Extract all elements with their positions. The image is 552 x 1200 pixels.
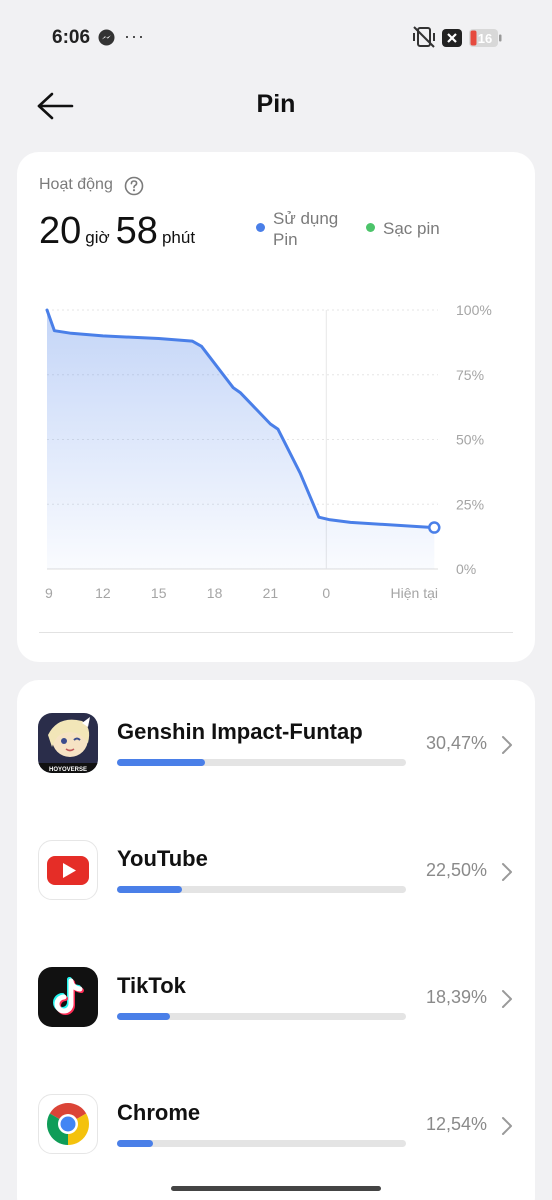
y-tick-label: 50%	[456, 432, 484, 448]
svg-text:HOYOVERSE: HOYOVERSE	[49, 767, 87, 773]
x-tick-label: 15	[151, 585, 167, 601]
y-tick-label: 0%	[456, 561, 476, 577]
vibrate-off-icon	[413, 26, 435, 48]
usage-percent: 12,54%	[425, 1114, 487, 1134]
usage-percent: 22,50%	[425, 860, 487, 880]
list-item-youtube[interactable]: YouTube 22,50%	[17, 840, 535, 940]
chevron-right-icon	[502, 863, 512, 881]
app-name: Chrome	[117, 1100, 201, 1125]
usage-bar	[117, 759, 406, 766]
status-bar: 6:06 ··· 16	[0, 0, 552, 76]
x-tick-label: 18	[207, 585, 223, 601]
usage-bar	[117, 1140, 406, 1147]
list-item-chrome[interactable]: Chrome 12,54%	[17, 1094, 535, 1194]
close-box-icon	[442, 29, 462, 47]
youtube-icon	[38, 840, 98, 900]
battery-usage-card: Hoạt động 20 giờ 58 phút Sử dụng Pin Sạc pi…	[17, 152, 535, 662]
y-tick-label: 100%	[456, 302, 492, 318]
battery-icon: 16	[469, 29, 502, 47]
chevron-right-icon	[502, 990, 512, 1008]
usage-bar	[117, 1013, 406, 1020]
x-tick-label: 12	[95, 585, 111, 601]
app-bar: Pin	[0, 76, 552, 140]
usage-bar-fill	[117, 886, 183, 893]
tiktok-icon	[38, 967, 98, 1027]
usage-bar-fill	[117, 1140, 154, 1147]
app-name: YouTube	[117, 846, 208, 871]
messenger-icon	[98, 29, 115, 46]
usage-bar-fill	[117, 759, 206, 766]
x-tick-label: 0	[322, 585, 330, 601]
chevron-right-icon	[502, 1117, 512, 1135]
usage-bar	[117, 886, 406, 893]
app-name: Genshin Impact-Funtap	[117, 719, 363, 744]
chevron-right-icon	[502, 736, 512, 754]
card-divider	[39, 632, 513, 633]
current-level-marker	[428, 521, 441, 534]
y-tick-label: 75%	[456, 367, 484, 383]
usage-percent: 30,47%	[425, 733, 487, 753]
list-item-genshin[interactable]: HOYOVERSE Genshin Impact-Funtap 30,47%	[17, 713, 535, 813]
battery-level: 16	[478, 31, 492, 46]
home-indicator[interactable]	[171, 1186, 381, 1191]
app-usage-list: HOYOVERSE Genshin Impact-Funtap 30,47% Y…	[17, 680, 535, 1200]
x-tick-label: 21	[263, 585, 279, 601]
y-tick-label: 25%	[456, 496, 484, 512]
usage-percent: 18,39%	[425, 987, 487, 1007]
status-time: 6:06	[52, 27, 91, 48]
battery-level-chart[interactable]: 100% 75% 50% 25% 0% 9 12 15 18 21 0 Hiện tại	[17, 152, 535, 612]
x-tick-label: Hiện tại	[391, 585, 438, 601]
usage-bar-fill	[117, 1013, 171, 1020]
app-name: TikTok	[117, 973, 186, 998]
battery-area-fill	[47, 310, 435, 569]
chrome-icon	[38, 1094, 98, 1154]
more-dots-icon: ···	[124, 26, 145, 46]
page-title: Pin	[256, 90, 296, 118]
genshin-impact-icon: HOYOVERSE	[38, 713, 98, 773]
list-item-tiktok[interactable]: TikTok 18,39%	[17, 967, 535, 1067]
x-tick-label: 9	[45, 585, 53, 601]
